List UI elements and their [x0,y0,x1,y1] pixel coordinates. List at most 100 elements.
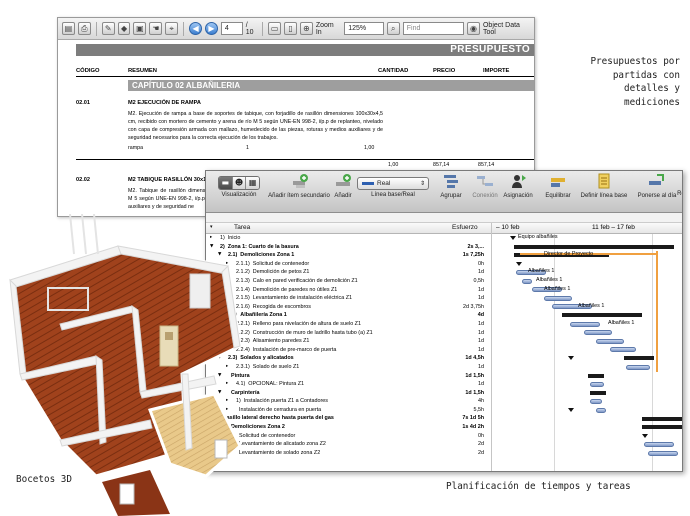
gantt-task-bar[interactable] [590,398,602,404]
gantt-summary-bar[interactable] [514,244,674,249]
add-item-icon [336,174,351,186]
person-icon [512,175,526,188]
gantt-task-bar[interactable] [610,347,636,353]
task-effort: 0h [478,432,484,439]
caption-line: partidas con [612,69,680,81]
extra-toolbar-item[interactable]: Re [676,173,682,197]
save-icon[interactable]: ▤ [62,22,75,35]
zoom-in-icon[interactable]: ⊕ [299,22,313,35]
resource-label: Albañiles 1 [578,302,605,309]
gantt-summary-bar[interactable] [624,356,654,361]
resource-label: Equipo albañiles [518,234,558,240]
caption-line: Presupuestos por [590,56,680,67]
gantt-task-bar[interactable] [644,441,674,447]
gantt-task-bar[interactable] [522,278,532,284]
measure-qty: 1 [246,145,249,151]
gantt-task-bar[interactable] [626,364,650,370]
caption-budgets: Presupuestos por partidas con detalles y… [590,55,680,109]
print-icon[interactable]: ⎙ [77,22,91,35]
caption-line: detalles y [624,83,680,94]
view-control[interactable]: ▬ ☻ ▦ Visualización [214,173,264,198]
lock-icon[interactable]: ▣ [133,22,147,35]
measure-label: rampa [128,145,144,151]
milestone-marker[interactable] [516,261,522,266]
fit-page-icon[interactable]: ▭ [268,22,282,35]
sink [214,439,228,459]
update-button[interactable]: Ponerse al día [634,173,680,199]
gantt-summary-bar[interactable] [588,373,604,378]
gantt-task-bar[interactable] [584,330,612,336]
floor-plan-3d [8,214,242,516]
find-input[interactable]: Find [402,22,465,35]
add-sub-item-button[interactable]: Añadir ítem secundario [266,173,332,199]
task-effort: 2d [478,441,484,448]
gantt-summary-bar[interactable] [590,390,606,395]
zoom-select[interactable]: 125% [344,22,384,35]
gantt-task-bar[interactable] [570,321,600,327]
gantt-summary-bar[interactable] [642,425,682,430]
assign-button[interactable]: Asignación [500,173,536,199]
gantt-task-bar[interactable] [648,450,678,456]
milestone-marker[interactable] [568,408,574,412]
add-label: Añadir [334,193,352,199]
total-amount: 857,14 [478,162,495,168]
gantt-summary-bar[interactable] [562,313,642,318]
object-data-tool-icon[interactable]: ◉ [467,22,480,35]
gantt-task-bar[interactable] [596,338,624,344]
balance-label: Equilibrar [545,193,571,199]
baseline-select[interactable]: Real ⇕ [357,177,429,190]
effort-column-header[interactable]: Esfuerzo [452,224,478,231]
fit-width-icon[interactable]: ▯ [284,22,297,35]
header-quantity: CANTIDAD [378,68,409,74]
hand-icon[interactable]: ☚ [149,22,163,35]
update-icon [649,174,664,185]
gantt-summary-bar[interactable] [642,416,682,421]
select-icon[interactable]: ⌖ [165,22,179,35]
previous-page-icon[interactable]: ◀ [189,22,202,35]
object-data-tool-label[interactable]: Object Data Tool [483,22,534,36]
task-effort: 1s 4d 2h [462,424,484,431]
task-effort: 1s 7,25h [462,252,484,259]
table-view-icon[interactable]: ▦ [246,177,259,189]
resource-view-icon[interactable]: ☻ [232,177,247,189]
balance-icon [551,178,565,187]
task-effort: 1d [478,320,484,327]
zoom-in-label[interactable]: Zoom In [316,22,341,36]
view-segmented-control[interactable]: ▬ ☻ ▦ [218,176,260,190]
milestone-marker[interactable] [642,433,648,438]
next-page-icon[interactable]: ▶ [204,22,218,35]
milestone-marker[interactable] [510,236,516,240]
gantt-task-bar[interactable] [590,381,604,387]
item-code: 02.02 [76,177,90,183]
task-effort: 1d 1,5h [465,389,484,396]
page-number-input[interactable]: 4 [220,22,243,35]
chevron-down-icon: ⇕ [419,180,425,187]
total-price: 857,14 [433,162,450,168]
baseline-control[interactable]: Real ⇕ Línea base/Real [354,173,432,198]
document-banner: PRESUPUESTO [76,44,534,56]
page-total: / 10 [245,21,254,36]
edit-icon[interactable]: ✎ [101,22,115,35]
task-effort: 1d [478,338,484,345]
resource-label: Albañiles 1 [528,268,555,275]
toilet [119,483,135,505]
task-effort: 0h [478,260,484,267]
search-icon[interactable]: ⌕ [386,22,400,35]
group-button[interactable]: Agrupar [434,173,468,199]
budget-item-title-row: 02.01 M2 EJECUCIÓN DE RAMPA [76,100,534,106]
milestone-marker[interactable] [568,356,574,361]
total-qty: 1,00 [388,162,399,168]
gantt-task-bar[interactable] [596,407,606,413]
connect-button[interactable]: Conexión [468,173,502,199]
balance-button[interactable]: Equilibrar [540,173,576,199]
gantt-task-bar[interactable] [544,295,572,301]
add-button[interactable]: Añadir [330,173,356,199]
define-baseline-button[interactable]: Definir línea base [576,173,632,199]
item-code: 02.01 [76,100,90,106]
gantt-view-icon[interactable]: ▬ [219,177,233,189]
task-effort: 1d [478,269,484,276]
stamp-icon[interactable]: ◆ [117,22,131,35]
header-code: CÓDIGO [76,68,100,74]
chapter-title: CAPÍTULO 02 ALBAÑILERIA [128,80,534,91]
task-effort: 4d [477,312,484,319]
